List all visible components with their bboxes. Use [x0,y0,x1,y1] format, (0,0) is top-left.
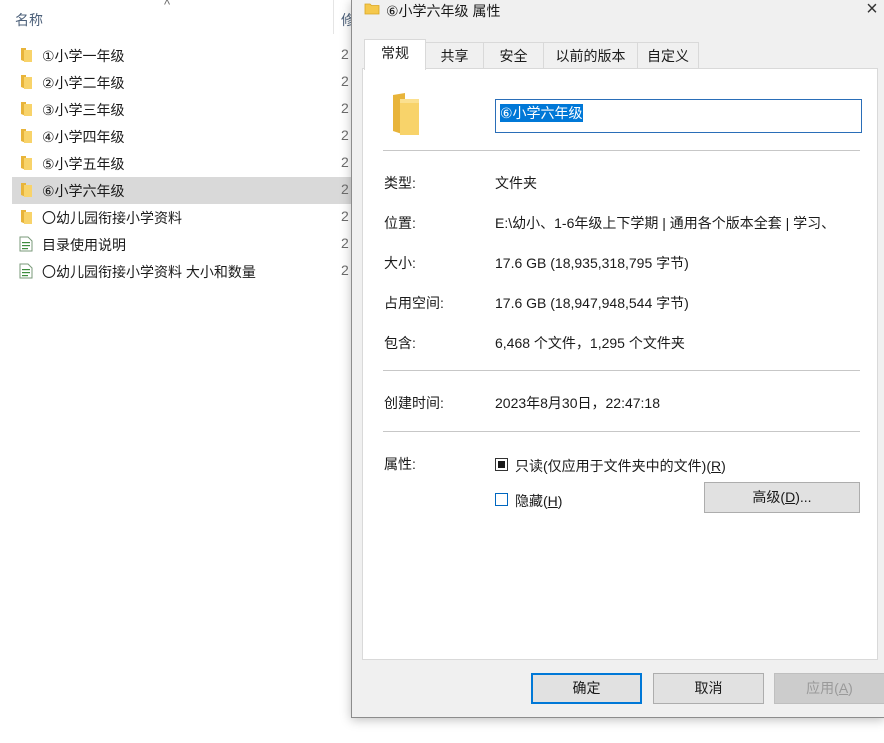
tab-security[interactable]: 安全 [483,42,544,68]
file-name: ⑤小学五年级 [42,156,125,172]
created-value: 2023年8月30日，22:47:18 [495,395,660,411]
created-label: 创建时间: [384,395,444,411]
folder-icon [18,209,34,225]
properties-dialog: ⑥小学六年级 属性 × 常规 共享 安全 以前的版本 自定义 ⑥小学六年级 类型… [351,0,884,718]
hidden-checkbox-label[interactable]: 隐藏(H) [515,491,562,511]
file-name: 〇幼儿园衔接小学资料 [42,210,182,226]
file-explorer-pane: 名称 ^ 修 ①小学一年级 2 ②小学二年级 2 ③小学三年级 2 ④小学四年级 2 ⑤小学五年… [0,0,355,743]
tab-previous-versions[interactable]: 以前的版本 [543,42,638,68]
location-value: E:\幼小、1-6年级上下学期 | 通用各个版本全套 | 学习、 [495,215,836,231]
file-list-item[interactable]: ④小学四年级 2 [12,123,352,150]
readonly-checkbox-label[interactable]: 只读(仅应用于文件夹中的文件)(R) [515,456,726,476]
apply-button[interactable]: 应用(A) [774,673,884,704]
type-value: 文件夹 [495,175,537,191]
file-name: ③小学三年级 [42,102,125,118]
tab-customize[interactable]: 自定义 [637,42,699,68]
general-tab-panel: ⑥小学六年级 类型: 文件夹 位置: E:\幼小、1-6年级上下学期 | 通用各… [362,69,878,660]
file-list-item[interactable]: 〇幼儿园衔接小学资料 大小和数量 2 [12,258,352,285]
divider [383,150,860,151]
large-folder-icon [393,93,419,135]
column-header-name[interactable]: 名称 [15,10,43,30]
size-value: 17.6 GB (18,935,318,795 字节) [495,255,689,271]
size-on-disk-value: 17.6 GB (18,947,948,544 字节) [495,295,689,311]
document-icon [18,236,34,252]
file-name: ①小学一年级 [42,48,125,64]
size-on-disk-label: 占用空间: [384,295,444,311]
attributes-label: 属性: [384,456,416,472]
divider [383,370,860,371]
document-icon [18,263,34,279]
file-list-item[interactable]: ③小学三年级 2 [12,96,352,123]
hidden-checkbox[interactable] [495,493,508,506]
file-list-item[interactable]: ②小学二年级 2 [12,69,352,96]
divider [383,431,860,432]
tab-general[interactable]: 常规 [364,39,426,70]
contains-label: 包含: [384,335,416,351]
folder-icon [18,47,34,63]
folder-icon [18,128,34,144]
type-label: 类型: [384,175,416,191]
dialog-title: ⑥小学六年级 属性 [386,3,501,19]
file-list-item[interactable]: 〇幼儿园衔接小学资料 2 [12,204,352,231]
file-list-item[interactable]: ⑤小学五年级 2 [12,150,352,177]
file-name: ④小学四年级 [42,129,125,145]
file-name: 目录使用说明 [42,237,126,253]
column-divider[interactable] [333,0,334,34]
folder-icon [18,74,34,90]
file-list-item[interactable]: 目录使用说明 2 [12,231,352,258]
file-list-item[interactable]: ⑥小学六年级 2 [12,177,352,204]
folder-icon [18,101,34,117]
ok-button[interactable]: 确定 [531,673,642,704]
folder-icon [364,3,380,15]
advanced-button[interactable]: 高级(D)... [704,482,860,513]
cancel-button[interactable]: 取消 [653,673,764,704]
size-label: 大小: [384,255,416,271]
sort-ascending-icon: ^ [164,0,171,12]
contains-value: 6,468 个文件，1,295 个文件夹 [495,335,685,351]
file-name: 〇幼儿园衔接小学资料 大小和数量 [42,264,256,280]
location-label: 位置: [384,215,416,231]
readonly-checkbox[interactable] [495,458,508,471]
close-icon[interactable]: × [860,0,884,21]
folder-icon [18,155,34,171]
file-list-item[interactable]: ①小学一年级 2 [12,42,352,69]
tab-sharing[interactable]: 共享 [425,42,484,68]
file-name: ⑥小学六年级 [42,183,125,199]
file-name: ②小学二年级 [42,75,125,91]
folder-icon [18,182,34,198]
folder-name-input[interactable]: ⑥小学六年级 [495,99,862,133]
folder-name-selected-text: ⑥小学六年级 [500,104,583,122]
